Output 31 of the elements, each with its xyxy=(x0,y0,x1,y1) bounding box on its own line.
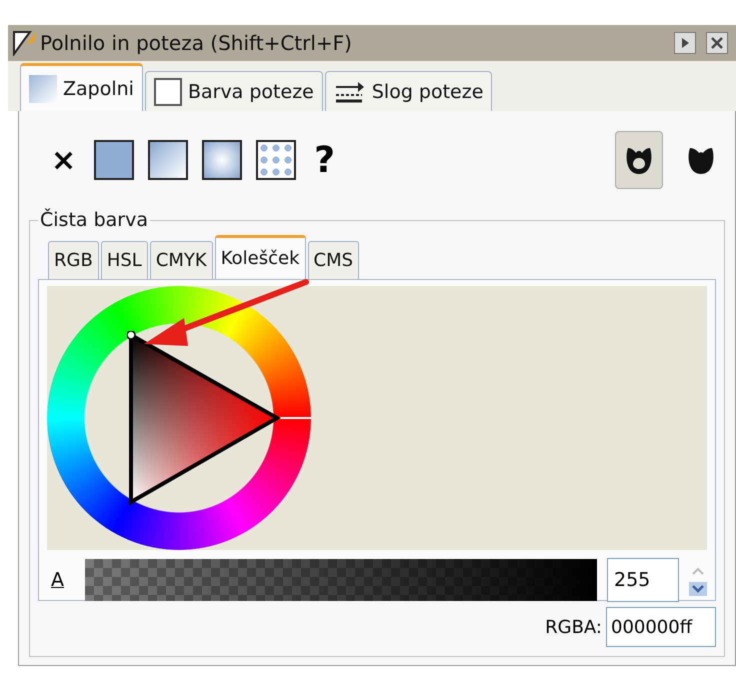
rgba-label: RGBA: xyxy=(545,616,602,638)
window-title: Polnilo in poteza (Shift+Ctrl+F) xyxy=(40,31,352,55)
close-button[interactable] xyxy=(706,32,728,54)
alpha-spinbox[interactable]: 255 xyxy=(607,558,679,602)
pattern-button[interactable] xyxy=(256,140,296,180)
play-icon xyxy=(679,37,691,49)
flat-color-button[interactable] xyxy=(94,140,134,180)
ring-shape-button[interactable] xyxy=(615,131,663,189)
down-arrow-icon[interactable] xyxy=(689,582,707,596)
no-paint-button[interactable]: × xyxy=(47,142,80,178)
linear-gradient-button[interactable] xyxy=(148,140,188,180)
tab[interactable]: HSL xyxy=(100,241,148,279)
tab[interactable]: Kolešček xyxy=(214,235,306,279)
color-triangle[interactable] xyxy=(127,331,281,506)
close-icon xyxy=(711,37,723,49)
rgba-input[interactable]: 000000ff xyxy=(606,607,716,647)
expand-button[interactable] xyxy=(674,32,696,54)
radial-gradient-button[interactable] xyxy=(202,140,242,180)
section-title: Čista barva xyxy=(39,209,149,231)
stroke-style-icon xyxy=(334,80,366,102)
tab[interactable]: Barva poteze xyxy=(144,71,323,111)
tab[interactable]: RGB xyxy=(48,241,99,279)
tab[interactable]: Zapolni xyxy=(20,63,143,111)
tab[interactable]: CMS xyxy=(308,241,360,279)
alpha-slider[interactable] xyxy=(85,559,597,601)
tab[interactable]: CMYK xyxy=(150,241,213,279)
unset-paint-button[interactable]: ? xyxy=(310,140,340,180)
brush-icon xyxy=(12,30,38,56)
alpha-label: A xyxy=(50,569,65,591)
tab[interactable]: Slog poteze xyxy=(324,71,492,111)
hue-marker[interactable] xyxy=(278,417,311,419)
